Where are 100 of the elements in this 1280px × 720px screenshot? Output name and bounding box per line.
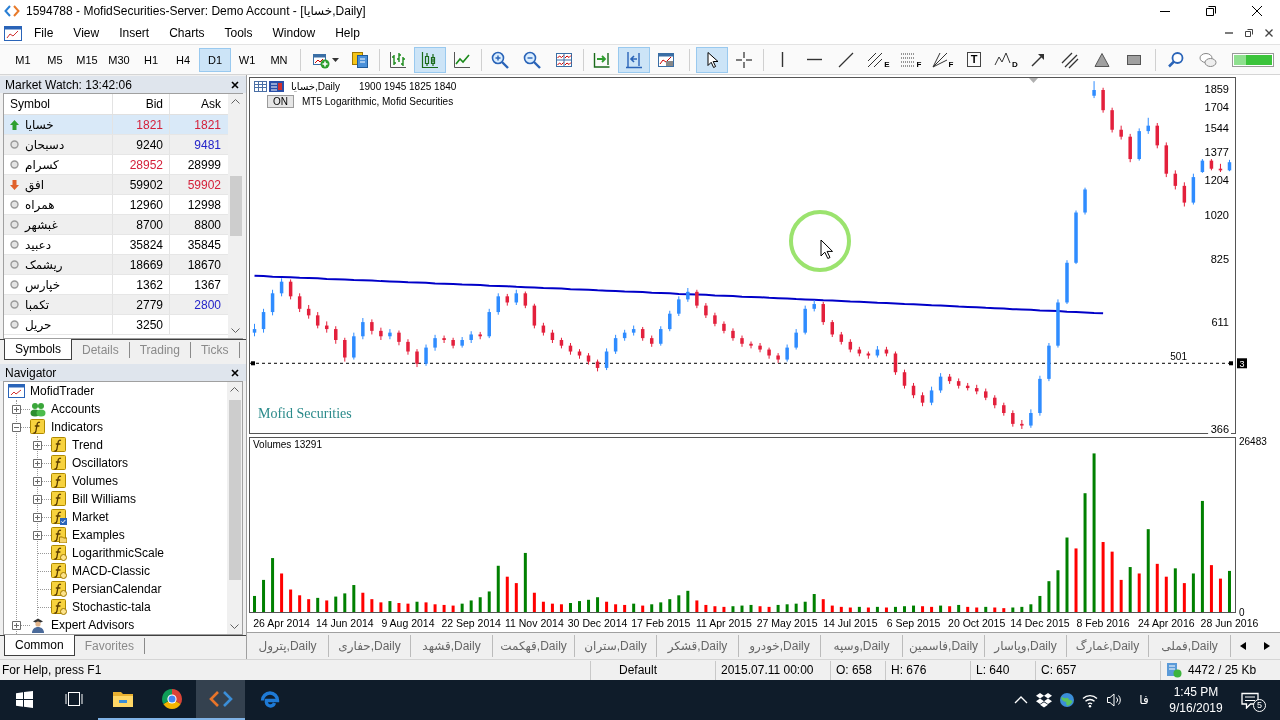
tree-item[interactable]: PersianCalendar bbox=[72, 582, 162, 596]
column-header[interactable]: Bid bbox=[145, 97, 163, 111]
toolbar-button[interactable] bbox=[414, 46, 446, 73]
on-button[interactable]: ON bbox=[267, 95, 294, 108]
volume-bar bbox=[776, 604, 780, 612]
panel-tab[interactable]: Common bbox=[4, 635, 75, 656]
close-button[interactable] bbox=[229, 78, 241, 91]
menu-item[interactable]: Charts bbox=[159, 23, 215, 43]
menu-item[interactable]: Help bbox=[325, 23, 370, 43]
tree-item[interactable]: Market bbox=[72, 510, 109, 524]
tree-item[interactable]: Examples bbox=[72, 528, 125, 542]
line-handle-icon[interactable] bbox=[251, 361, 255, 366]
volume-bar bbox=[307, 599, 311, 612]
chart-tab[interactable]: ستران,Daily bbox=[575, 635, 657, 657]
plus-box-icon[interactable] bbox=[33, 494, 42, 504]
plus-box-icon[interactable] bbox=[33, 512, 42, 522]
clock-date[interactable]: 9/16/2019 bbox=[1169, 701, 1223, 715]
panel-tab[interactable]: Symbols bbox=[4, 339, 72, 360]
tree-item[interactable]: Volumes bbox=[72, 474, 119, 488]
list-card-icon[interactable] bbox=[269, 81, 284, 92]
scrollbar[interactable] bbox=[228, 94, 243, 338]
candle bbox=[442, 335, 446, 344]
chart-tab[interactable]: غمارگ,Daily bbox=[1067, 635, 1149, 657]
panel-title: Market Watch: 13:42:06 bbox=[5, 77, 132, 92]
volume-bar bbox=[1218, 578, 1222, 612]
grid-icon[interactable] bbox=[254, 81, 267, 92]
minus-box-icon[interactable] bbox=[12, 422, 21, 432]
tree-item[interactable]: Oscillators bbox=[72, 456, 128, 470]
trend-line[interactable] bbox=[253, 274, 1105, 315]
timeframe-button[interactable]: W1 bbox=[231, 47, 263, 72]
chart-tab[interactable]: قشکر,Daily bbox=[657, 635, 739, 657]
volume-bar bbox=[271, 558, 275, 612]
plus-box-icon[interactable] bbox=[12, 404, 21, 414]
volume-bar bbox=[830, 605, 834, 612]
notification-button[interactable]: 5 bbox=[1230, 680, 1270, 720]
scroll-thumb[interactable] bbox=[229, 176, 242, 236]
toolbar-button[interactable]: F bbox=[894, 46, 926, 73]
toolbar-button[interactable] bbox=[696, 46, 728, 73]
timeframe-button[interactable]: M30 bbox=[103, 47, 135, 72]
toolbar-button[interactable] bbox=[618, 46, 650, 73]
tree-item[interactable]: MACD-Classic bbox=[72, 564, 150, 578]
candle bbox=[893, 351, 898, 376]
column-header[interactable]: Ask bbox=[201, 97, 221, 111]
plus-box-icon[interactable] bbox=[12, 620, 21, 630]
volume-bar bbox=[785, 604, 789, 612]
menu-item[interactable]: Insert bbox=[109, 23, 160, 43]
tree-item[interactable]: Bill Williams bbox=[72, 492, 136, 506]
scrollbar[interactable] bbox=[227, 382, 242, 634]
timeframe-button[interactable]: H4 bbox=[167, 47, 199, 72]
line-handle-icon[interactable] bbox=[1229, 361, 1233, 366]
close-button[interactable] bbox=[229, 366, 241, 379]
tree-item[interactable]: LogarithmicScale bbox=[72, 546, 165, 560]
timeframe-button[interactable]: M1 bbox=[7, 47, 39, 72]
timeframe-button[interactable]: D1 bbox=[199, 47, 231, 72]
status-open: O: 658 bbox=[836, 663, 873, 677]
chart-tab[interactable]: فاسمین,Daily bbox=[903, 635, 985, 657]
candle bbox=[352, 332, 356, 361]
toolbar-button[interactable]: D bbox=[990, 46, 1022, 73]
timeframe-button[interactable]: MN bbox=[263, 47, 295, 72]
toolbar-button[interactable]: F bbox=[926, 46, 958, 73]
timeframe-button[interactable]: M15 bbox=[71, 47, 103, 72]
tree-item[interactable]: Indicators bbox=[51, 420, 104, 434]
chart-tab[interactable]: وسپه,Daily bbox=[821, 635, 903, 657]
timeframe-button[interactable]: H1 bbox=[135, 47, 167, 72]
chart-tab[interactable]: حفاری,Daily bbox=[329, 635, 411, 657]
chart-tab[interactable]: وپاسار,Daily bbox=[985, 635, 1067, 657]
ask-price: 9481 bbox=[194, 137, 221, 152]
chart-tab[interactable]: قهکمت,Daily bbox=[493, 635, 575, 657]
chart-tab[interactable]: قشهد,Daily bbox=[411, 635, 493, 657]
tree-item[interactable]: MofidTrader bbox=[30, 384, 95, 398]
toolbar-button[interactable]: T bbox=[958, 46, 990, 73]
language-button[interactable]: فا bbox=[1126, 680, 1162, 720]
menu-item[interactable]: View bbox=[63, 23, 110, 43]
tree-item[interactable]: Expert Advisors bbox=[51, 618, 135, 632]
message-icon bbox=[1241, 691, 1259, 709]
plus-box-icon[interactable] bbox=[33, 440, 42, 450]
chart-tab[interactable]: خودرو,Daily bbox=[739, 635, 821, 657]
volume-bar bbox=[343, 593, 347, 612]
tree-item[interactable]: Stochastic-tala bbox=[72, 600, 151, 614]
clock-time[interactable]: 1:45 PM bbox=[1173, 685, 1219, 699]
timeframe-button[interactable]: M5 bbox=[39, 47, 71, 72]
candlestick-icon bbox=[421, 50, 439, 69]
line-chart-icon bbox=[453, 50, 471, 69]
plus-box-icon[interactable] bbox=[33, 530, 42, 540]
menu-item[interactable]: File bbox=[24, 23, 64, 43]
tree-item[interactable]: Accounts bbox=[51, 402, 101, 416]
menu-item[interactable]: Window bbox=[262, 23, 326, 43]
candle bbox=[984, 388, 988, 401]
chart-tab[interactable]: فملی,Daily bbox=[1149, 635, 1231, 657]
menu-item[interactable]: Tools bbox=[214, 23, 263, 43]
chart-tab[interactable]: پترول,Daily bbox=[247, 635, 329, 657]
plus-box-icon[interactable] bbox=[33, 458, 42, 468]
scroll-thumb[interactable] bbox=[228, 400, 241, 580]
candle bbox=[433, 334, 437, 352]
down-caret-icon bbox=[231, 328, 240, 333]
toolbar-button[interactable]: E bbox=[862, 46, 894, 73]
symbol-text: کسرام bbox=[25, 157, 59, 172]
plus-box-icon[interactable] bbox=[33, 476, 42, 486]
tree-item[interactable]: Trend bbox=[72, 438, 103, 452]
column-header[interactable]: Symbol bbox=[10, 97, 50, 111]
